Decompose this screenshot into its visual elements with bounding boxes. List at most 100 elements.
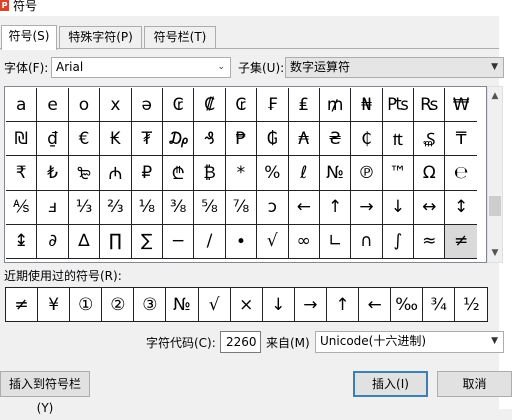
symbol-cell[interactable]: ₤ xyxy=(288,88,320,123)
symbol-cell[interactable]: ₾ xyxy=(162,156,195,191)
recent-symbol-cell[interactable]: ¾ xyxy=(423,288,456,321)
symbol-cell[interactable]: ₦ xyxy=(351,88,383,123)
symbol-cell[interactable]: ↨ xyxy=(6,224,38,259)
symbol-cell[interactable]: ₷ xyxy=(414,122,446,157)
symbol-cell[interactable]: * xyxy=(225,156,258,191)
recent-symbol-cell[interactable]: ① xyxy=(70,288,103,321)
from-select[interactable]: Unicode(十六进制) ▼ xyxy=(315,331,504,353)
symbol-cell[interactable]: ∑ xyxy=(131,224,163,259)
symbol-cell[interactable]: a xyxy=(6,88,38,123)
symbol-cell[interactable]: ⅓ xyxy=(68,190,101,225)
symbol-cell[interactable]: ™ xyxy=(382,156,415,191)
symbol-cell[interactable]: ↕ xyxy=(445,191,477,225)
symbol-cell[interactable]: ∞ xyxy=(288,224,320,259)
recent-symbol-cell[interactable]: № xyxy=(166,288,199,321)
symbol-cell[interactable]: ∙ xyxy=(225,224,258,259)
scroll-up-icon[interactable]: ▲ xyxy=(488,89,502,103)
symbol-cell[interactable]: ∫ xyxy=(382,224,415,259)
insert-to-symbol-bar-button[interactable]: 插入到符号栏(Y) xyxy=(0,371,90,415)
symbol-cell[interactable]: ⅝ xyxy=(194,190,226,225)
tab-symbols[interactable]: 符号(S) xyxy=(1,25,57,50)
recent-symbol-cell[interactable]: ② xyxy=(102,288,135,321)
symbol-cell[interactable]: ₢ xyxy=(225,88,258,123)
grid-scrollbar[interactable]: ▲ ▼ xyxy=(487,86,503,263)
symbol-cell[interactable]: ₥ xyxy=(319,88,352,123)
symbol-cell[interactable]: ↄ xyxy=(257,190,289,225)
symbol-cell[interactable]: x xyxy=(100,88,132,123)
symbol-cell[interactable]: Ω xyxy=(414,156,446,191)
symbol-cell[interactable]: ₴ xyxy=(319,122,352,157)
symbol-cell[interactable]: ℓ xyxy=(288,156,320,191)
recent-symbol-cell[interactable]: √ xyxy=(199,288,231,321)
recent-symbol-cell[interactable]: ↓ xyxy=(263,288,295,321)
recent-symbol-cell[interactable]: → xyxy=(295,288,327,321)
symbol-cell[interactable]: ∟ xyxy=(319,224,352,259)
subset-select[interactable]: 数字运算符 ▼ xyxy=(285,57,504,78)
symbol-cell[interactable]: ₲ xyxy=(257,122,289,157)
symbol-cell[interactable]: − xyxy=(162,224,195,259)
symbol-cell[interactable]: ∆ xyxy=(68,224,101,259)
symbol-cell[interactable]: ₣ xyxy=(257,88,289,123)
symbol-cell[interactable]: ↓ xyxy=(382,190,415,225)
char-code-input[interactable]: 2260 xyxy=(220,331,261,353)
symbol-cell[interactable]: ₮ xyxy=(131,122,163,157)
symbol-cell[interactable]: ₻ xyxy=(68,156,101,191)
symbol-cell[interactable]: ↔ xyxy=(414,190,446,225)
recent-symbol-cell[interactable]: × xyxy=(231,288,263,321)
symbol-cell[interactable]: ₶ xyxy=(382,122,415,157)
symbol-cell[interactable]: ₧ xyxy=(382,88,415,123)
tab-special-chars[interactable]: 特殊字符(P) xyxy=(59,26,142,49)
symbol-cell[interactable]: √ xyxy=(257,224,289,259)
symbol-cell[interactable]: ∕ xyxy=(194,224,226,259)
symbol-cell[interactable]: ₹ xyxy=(6,156,38,191)
symbol-cell[interactable]: ₡ xyxy=(194,88,226,123)
recent-symbol-cell[interactable]: ¥ xyxy=(38,288,71,321)
symbol-cell[interactable]: ⅎ xyxy=(37,190,69,225)
symbol-cell[interactable]: ℗ xyxy=(351,156,383,191)
symbol-cell[interactable]: ₵ xyxy=(351,122,383,157)
font-select[interactable]: Arial ⌄ xyxy=(51,57,231,78)
symbol-cell[interactable]: → xyxy=(351,190,383,225)
symbol-cell[interactable]: ₪ xyxy=(6,122,38,157)
scroll-down-icon[interactable]: ▼ xyxy=(488,246,502,260)
cancel-button[interactable]: 取消 xyxy=(437,371,512,397)
recent-symbol-cell[interactable]: ↑ xyxy=(327,288,360,321)
symbol-cell[interactable]: ⅍ xyxy=(6,190,38,225)
symbol-cell[interactable]: № xyxy=(319,156,352,191)
scroll-thumb[interactable] xyxy=(489,196,501,216)
symbol-cell[interactable]: ₸ xyxy=(445,122,477,157)
symbol-cell[interactable]: ₼ xyxy=(100,156,132,191)
symbol-cell[interactable]: ₭ xyxy=(100,122,132,157)
symbol-cell[interactable]: ₢ xyxy=(162,88,195,123)
symbol-cell[interactable]: ₫ xyxy=(37,122,69,157)
symbol-cell[interactable]: ₱ xyxy=(225,122,258,157)
symbol-cell[interactable]: ∂ xyxy=(37,224,69,259)
symbol-cell[interactable]: € xyxy=(68,122,101,157)
symbol-cell[interactable]: ₨ xyxy=(414,88,446,123)
symbol-cell[interactable]: ə xyxy=(131,88,163,123)
symbol-cell[interactable]: ℮ xyxy=(445,156,477,191)
symbol-cell[interactable]: ⅞ xyxy=(225,190,258,225)
recent-symbol-cell[interactable]: ½ xyxy=(455,288,487,321)
symbol-cell[interactable]: ₿ xyxy=(194,156,226,191)
symbol-cell[interactable]: ↑ xyxy=(319,190,352,225)
symbol-cell[interactable]: ∩ xyxy=(351,224,383,259)
symbol-cell[interactable]: ≠ xyxy=(445,224,477,259)
symbol-cell[interactable]: ₯ xyxy=(162,122,195,157)
symbol-cell[interactable]: % xyxy=(257,156,289,191)
symbol-cell[interactable]: ₰ xyxy=(194,122,226,157)
recent-symbol-cell[interactable]: ≠ xyxy=(6,288,39,321)
recent-symbol-cell[interactable]: ‰ xyxy=(391,288,424,321)
symbol-cell[interactable]: ₩ xyxy=(445,88,477,123)
symbol-cell[interactable]: ← xyxy=(288,190,320,225)
symbol-cell[interactable]: ₽ xyxy=(131,156,163,191)
symbol-cell[interactable]: ₺ xyxy=(37,156,69,191)
symbol-cell[interactable]: o xyxy=(68,88,101,123)
symbol-cell[interactable]: ∏ xyxy=(100,224,132,259)
recent-symbol-cell[interactable]: ③ xyxy=(134,288,167,321)
symbol-cell[interactable]: ⅔ xyxy=(100,190,132,225)
symbol-cell[interactable]: e xyxy=(37,88,69,123)
insert-button[interactable]: 插入(I) xyxy=(353,371,428,397)
tab-symbol-bar[interactable]: 符号栏(T) xyxy=(144,26,216,49)
symbol-cell[interactable]: ⅜ xyxy=(162,190,195,225)
